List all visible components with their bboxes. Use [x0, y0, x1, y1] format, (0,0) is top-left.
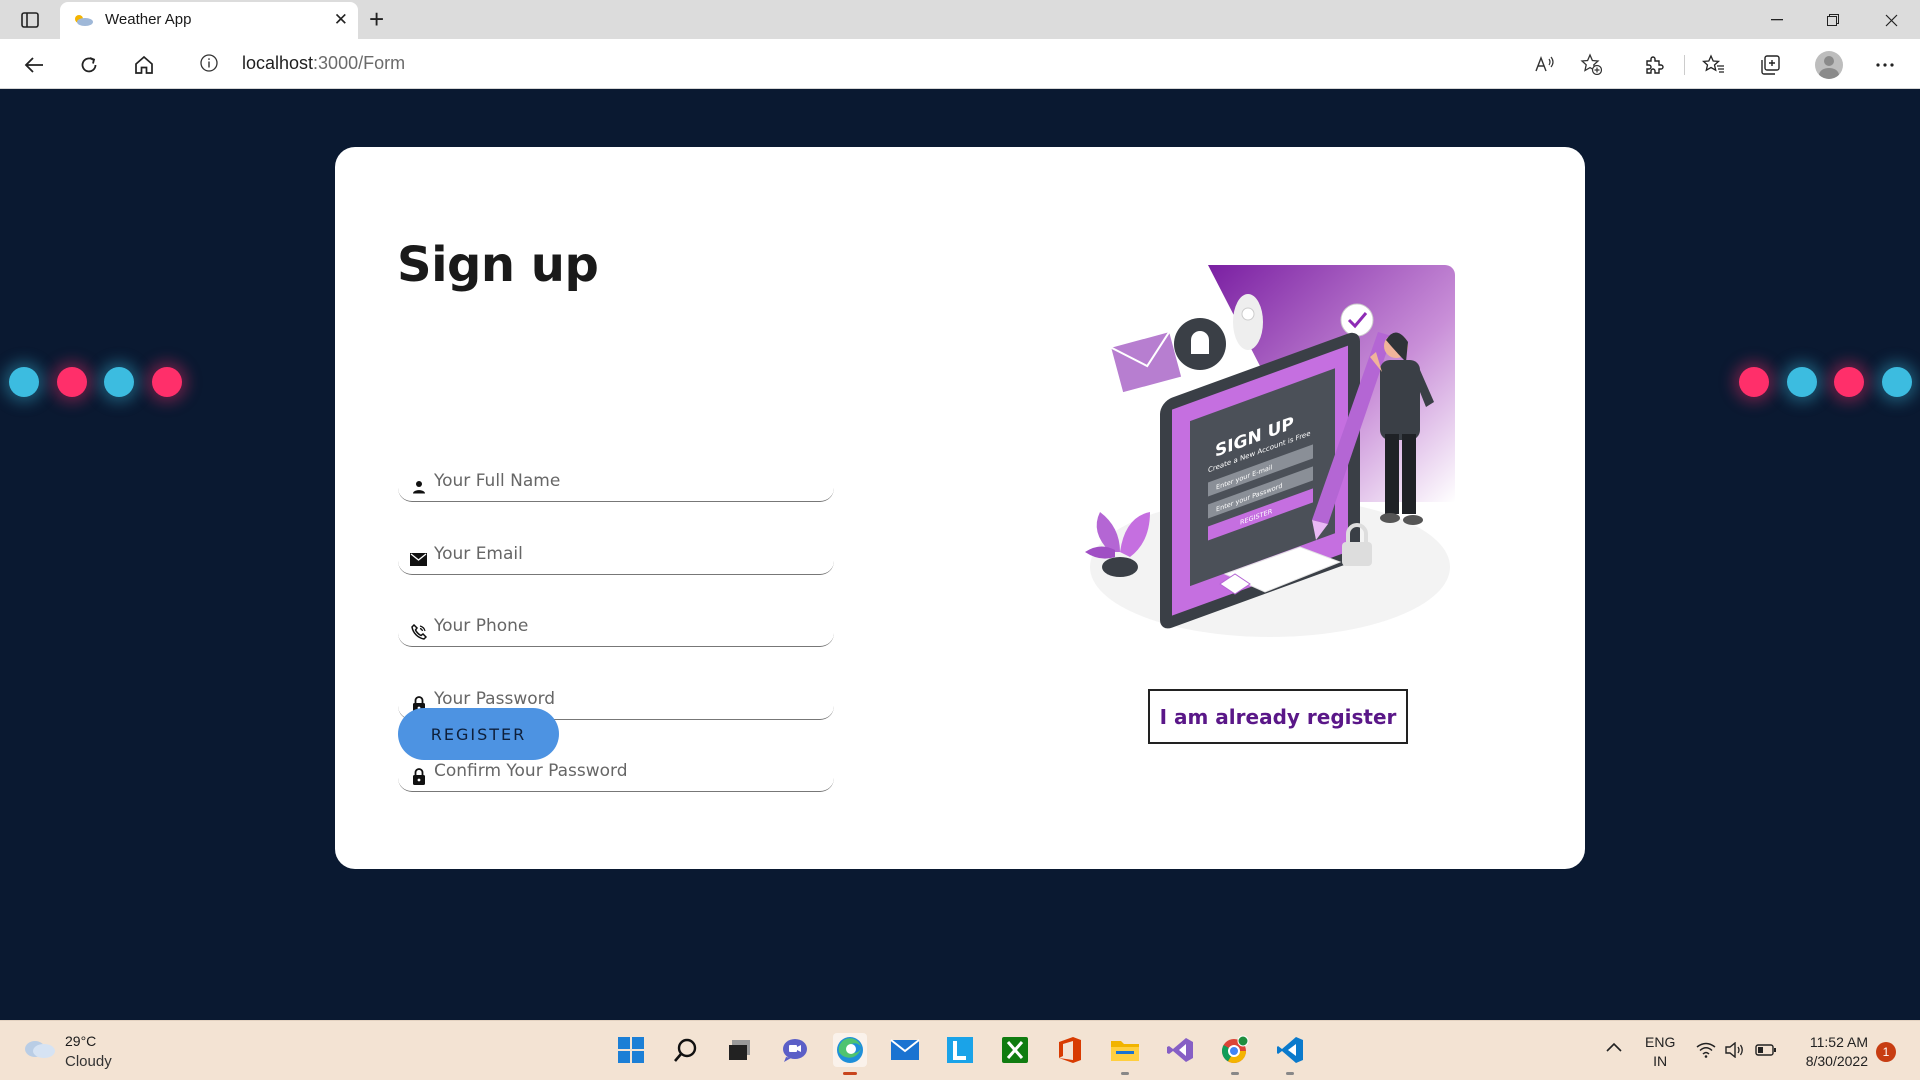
profile-avatar[interactable]	[1815, 51, 1843, 79]
phone-icon	[410, 623, 427, 640]
visual-studio-icon[interactable]	[1163, 1033, 1197, 1067]
collections-icon[interactable]	[1756, 51, 1784, 79]
more-options-icon[interactable]	[1871, 51, 1899, 79]
decor-dot-blue	[1787, 367, 1817, 397]
url-text: localhost:3000/Form	[242, 53, 405, 74]
already-registered-button[interactable]: I am already register	[1148, 689, 1408, 744]
decor-dot-blue	[9, 367, 39, 397]
decor-dot-pink	[1834, 367, 1864, 397]
page-title: Sign up	[397, 237, 599, 293]
favorites-icon[interactable]	[1700, 51, 1728, 79]
add-favorite-icon[interactable]	[1578, 51, 1604, 77]
weather-temp: 29°C	[65, 1033, 97, 1049]
envelope-icon	[410, 551, 427, 568]
address-bar[interactable]: localhost:3000/Form	[180, 44, 1620, 82]
vscode-running-indicator	[1286, 1072, 1294, 1075]
full-name-input[interactable]	[434, 467, 814, 495]
chrome-icon[interactable]	[1218, 1033, 1252, 1067]
tab-title: Weather App	[105, 11, 192, 28]
confirm-password-input[interactable]	[434, 757, 814, 785]
refresh-icon[interactable]	[75, 51, 103, 79]
decor-dot-pink	[1739, 367, 1769, 397]
restore-icon[interactable]	[1813, 5, 1853, 35]
person-icon	[410, 478, 427, 495]
phone-field	[398, 607, 834, 647]
weather-favicon-icon	[72, 13, 94, 32]
page-background: Sign up Your Full Name Your Email Your P…	[0, 89, 1920, 1020]
clock-time: 11:52 AM	[1809, 1034, 1868, 1050]
browser-toolbar: localhost:3000/Form	[0, 39, 1920, 89]
lock-icon	[410, 768, 427, 785]
home-icon[interactable]	[130, 51, 158, 79]
full-name-field	[398, 462, 834, 502]
chevron-up-icon[interactable]	[1606, 1039, 1622, 1056]
minimize-icon[interactable]	[1757, 5, 1797, 35]
new-tab-button[interactable]: +	[369, 5, 384, 33]
cloud-icon[interactable]	[22, 1037, 56, 1064]
notification-badge[interactable]: 1	[1876, 1042, 1896, 1062]
volume-icon[interactable]	[1724, 1039, 1746, 1061]
site-info-icon[interactable]	[200, 54, 218, 77]
windows-taskbar: 29°C Cloudy ENG IN 11:52 AM 8/30/2022 1	[0, 1020, 1920, 1080]
register-button[interactable]: REGISTER	[398, 708, 559, 760]
file-explorer-icon[interactable]	[1108, 1033, 1142, 1067]
signup-illustration: SIGN UP Create a New Account is Free Ent…	[1085, 265, 1455, 637]
tab-actions-icon[interactable]	[18, 9, 42, 31]
email-input[interactable]	[434, 540, 814, 568]
language-code: ENG	[1645, 1034, 1676, 1050]
start-icon[interactable]	[614, 1033, 648, 1067]
chrome-running-indicator	[1231, 1072, 1239, 1075]
url-host: localhost	[242, 53, 314, 73]
decor-dot-pink	[152, 367, 182, 397]
office-icon[interactable]	[1053, 1033, 1087, 1067]
system-clock[interactable]: 11:52 AM 8/30/2022	[1788, 1033, 1868, 1071]
task-view-icon[interactable]	[723, 1033, 757, 1067]
explorer-running-indicator	[1121, 1072, 1129, 1075]
edge-running-indicator	[843, 1072, 857, 1075]
extensions-icon[interactable]	[1640, 51, 1668, 79]
back-icon[interactable]	[20, 51, 48, 79]
decor-dot-pink	[57, 367, 87, 397]
browser-tab[interactable]: Weather App ✕	[60, 2, 358, 39]
toolbar-divider	[1684, 55, 1685, 75]
decor-dot-blue	[1882, 367, 1912, 397]
mail-icon[interactable]	[888, 1033, 922, 1067]
vscode-icon[interactable]	[1273, 1033, 1307, 1067]
search-icon[interactable]	[669, 1033, 703, 1067]
edge-icon[interactable]	[833, 1033, 867, 1067]
battery-icon[interactable]	[1755, 1039, 1777, 1061]
browser-tab-bar: Weather App ✕ +	[0, 0, 1920, 39]
email-field	[398, 535, 834, 575]
weather-desc: Cloudy	[65, 1053, 112, 1070]
tab-close-icon[interactable]: ✕	[334, 11, 348, 29]
decor-dot-blue	[104, 367, 134, 397]
teams-chat-icon[interactable]	[778, 1033, 812, 1067]
url-path: :3000/Form	[313, 53, 406, 73]
signup-card: Sign up Your Full Name Your Email Your P…	[335, 147, 1585, 869]
read-aloud-icon[interactable]	[1532, 51, 1558, 77]
wifi-icon[interactable]	[1695, 1039, 1717, 1061]
phone-input[interactable]	[434, 612, 814, 640]
region-code: IN	[1653, 1053, 1668, 1069]
xbox-icon[interactable]	[998, 1033, 1032, 1067]
lens-app-icon[interactable]	[943, 1033, 977, 1067]
close-window-icon[interactable]	[1871, 5, 1911, 35]
clock-date: 8/30/2022	[1805, 1053, 1868, 1069]
language-indicator[interactable]: ENG IN	[1645, 1033, 1675, 1071]
